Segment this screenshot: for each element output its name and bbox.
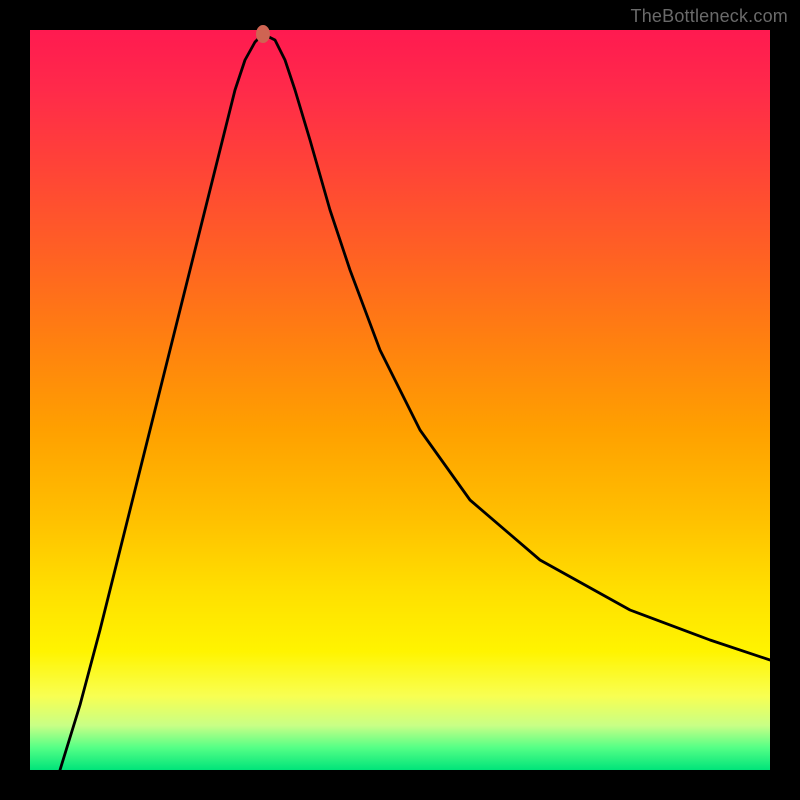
watermark-text: TheBottleneck.com: [631, 6, 788, 27]
bottleneck-curve: [30, 30, 770, 770]
chart-frame: TheBottleneck.com: [0, 0, 800, 800]
minimum-point-marker: [256, 25, 270, 43]
gradient-plot-area: [30, 30, 770, 770]
